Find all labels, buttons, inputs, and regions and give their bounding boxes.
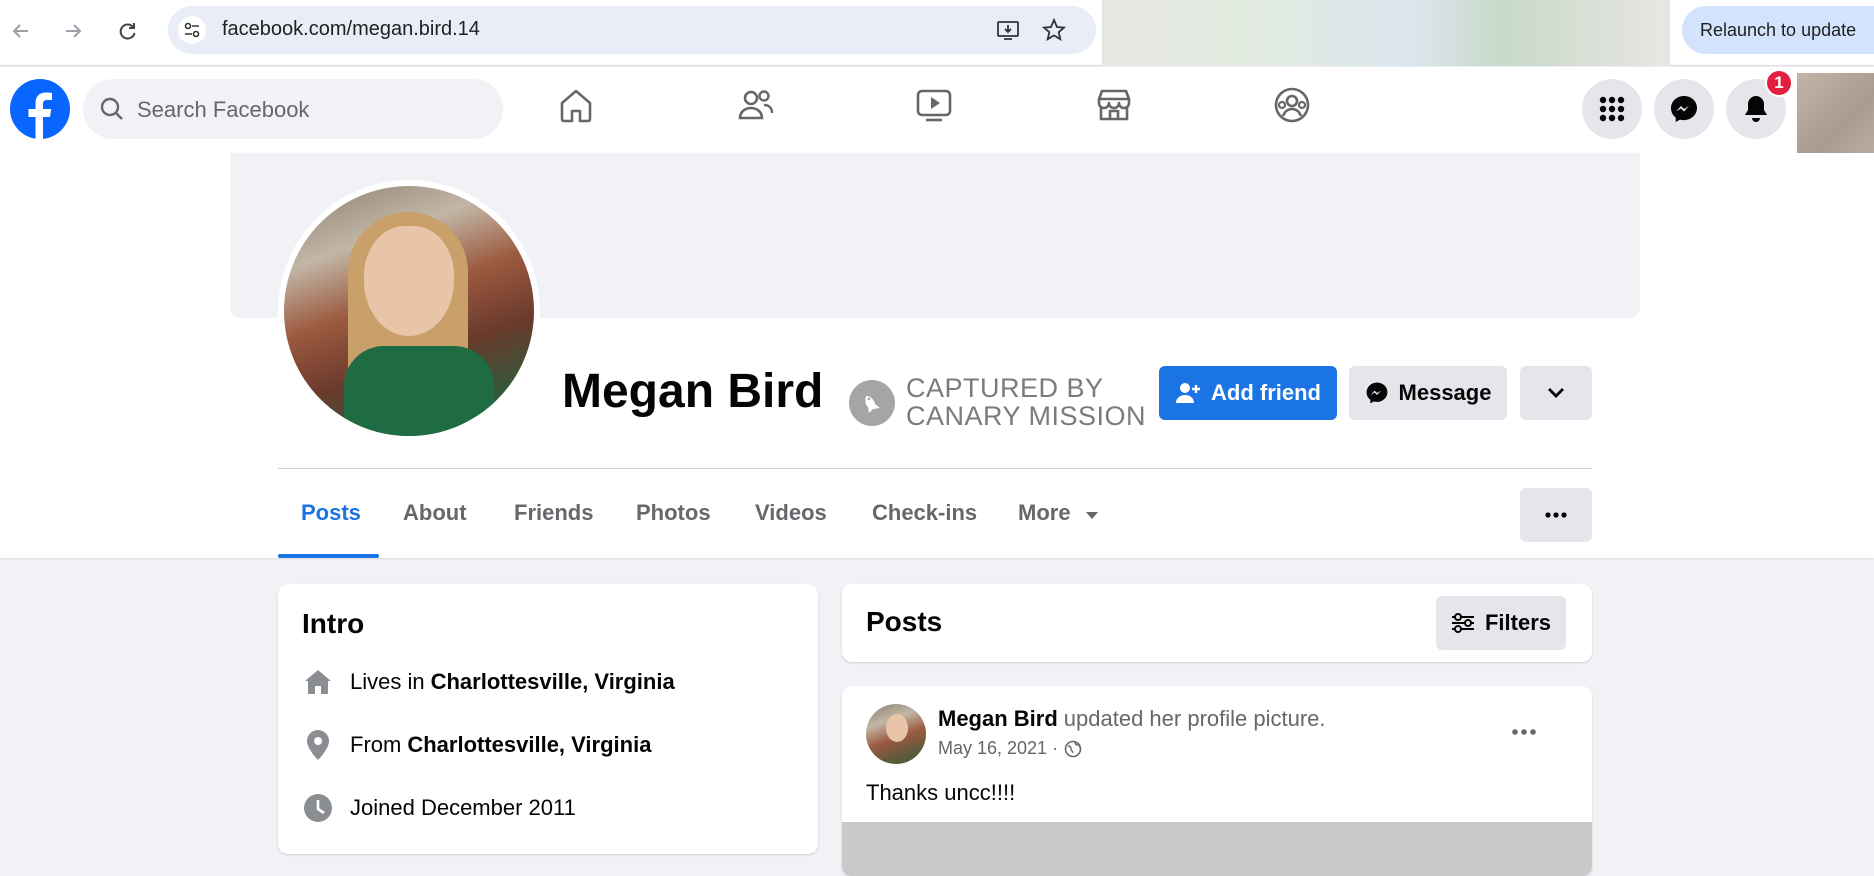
watermark-line-2: CANARY MISSION — [906, 401, 1147, 431]
groups-nav-icon[interactable] — [1272, 85, 1312, 125]
tab-more[interactable]: More — [1018, 500, 1099, 526]
browser-toolbar: facebook.com/megan.bird.14 Relaunch to u… — [0, 0, 1874, 66]
profile-dropdown-button[interactable] — [1520, 366, 1592, 420]
active-tab-indicator — [278, 554, 379, 558]
profile-picture[interactable] — [284, 186, 534, 436]
tab-videos[interactable]: Videos — [755, 500, 827, 526]
chevron-down-icon — [1548, 388, 1564, 398]
facebook-header: Search Facebook 1 — [0, 67, 1874, 153]
back-icon[interactable] — [4, 14, 38, 48]
home-icon — [302, 666, 334, 698]
intro-from-prefix: From — [350, 732, 402, 757]
watermark-text: CAPTURED BY CANARY MISSION — [906, 374, 1146, 430]
address-bar[interactable]: facebook.com/megan.bird.14 — [168, 6, 1096, 54]
ellipsis-icon — [1545, 512, 1567, 518]
account-avatar[interactable] — [1797, 73, 1874, 153]
menu-grid-button[interactable] — [1582, 79, 1642, 139]
intro-title: Intro — [302, 608, 365, 639]
avatar-dress — [344, 346, 494, 436]
post-author-name[interactable]: Megan Bird — [938, 706, 1058, 731]
url-text[interactable]: facebook.com/megan.bird.14 — [222, 18, 480, 41]
search-placeholder: Search Facebook — [137, 97, 310, 122]
add-friend-label: Add friend — [1211, 380, 1321, 405]
intro-from-value[interactable]: Charlottesville, Virginia — [407, 732, 651, 758]
post-action: updated her profile picture. — [1063, 706, 1326, 731]
post-header: Megan Bird updated her profile picture. — [938, 706, 1326, 732]
intro-joined-text: Joined December 2011 — [350, 795, 576, 820]
location-pin-icon — [302, 729, 334, 761]
install-app-icon[interactable] — [996, 18, 1020, 42]
ellipsis-icon — [1512, 729, 1536, 735]
intro-lives-in-value[interactable]: Charlottesville, Virginia — [431, 669, 675, 695]
forward-icon[interactable] — [56, 14, 90, 48]
video-nav-icon[interactable] — [914, 85, 954, 125]
post-author-avatar[interactable] — [866, 704, 926, 764]
watermark-line-1: CAPTURED BY — [906, 373, 1104, 403]
caret-down-icon — [1085, 512, 1098, 519]
post-avatar-face — [886, 714, 908, 742]
header-divider — [278, 468, 1592, 469]
intro-row-lives-in: Lives in Charlottesville, Virginia — [302, 666, 675, 698]
tab-friends[interactable]: Friends — [514, 500, 593, 526]
search-icon — [99, 96, 125, 122]
messenger-button[interactable] — [1654, 79, 1714, 139]
home-nav-icon[interactable] — [556, 85, 596, 125]
messenger-icon — [1365, 381, 1389, 405]
notification-badge: 1 — [1765, 69, 1793, 97]
clock-icon — [302, 792, 334, 824]
tab-photos[interactable]: Photos — [636, 500, 711, 526]
messenger-icon — [1671, 96, 1697, 122]
post-card: Megan Bird updated her profile picture. M… — [842, 686, 1592, 876]
intro-row-from: From Charlottesville, Virginia — [302, 729, 651, 761]
post-text: Thanks uncc!!!! — [866, 780, 1016, 805]
posts-title: Posts — [866, 606, 943, 637]
tab-about[interactable]: About — [403, 500, 467, 526]
filters-icon — [1451, 613, 1475, 633]
post-options-button[interactable] — [1502, 710, 1546, 754]
add-person-icon — [1175, 381, 1201, 405]
tabs-more-options-button[interactable] — [1520, 488, 1592, 542]
blurred-region — [1102, 0, 1670, 66]
profile-name: Megan Bird — [562, 365, 824, 418]
tab-check-ins[interactable]: Check-ins — [872, 500, 977, 526]
relaunch-button[interactable]: Relaunch to update — [1682, 6, 1874, 54]
site-settings-icon[interactable] — [178, 16, 206, 44]
marketplace-nav-icon[interactable] — [1094, 85, 1134, 125]
filters-button[interactable]: Filters — [1436, 596, 1566, 650]
intro-row-joined: Joined December 2011 — [302, 792, 576, 824]
intro-card: Intro Lives in Charlottesville, Virginia… — [278, 584, 818, 854]
bell-icon — [1745, 96, 1767, 122]
intro-lives-in-prefix: Lives in — [350, 669, 425, 694]
canary-bird-icon — [849, 380, 895, 426]
tab-posts[interactable]: Posts — [301, 500, 361, 526]
globe-icon — [1064, 740, 1082, 757]
friends-nav-icon[interactable] — [736, 85, 776, 125]
post-image[interactable] — [842, 822, 1592, 876]
avatar-face — [364, 226, 454, 336]
message-button[interactable]: Message — [1349, 366, 1507, 420]
posts-header-card: Posts Filters — [842, 584, 1592, 662]
relaunch-label: Relaunch to update — [1700, 20, 1857, 40]
grid-icon — [1599, 96, 1625, 122]
search-input[interactable]: Search Facebook — [83, 79, 503, 139]
facebook-logo-icon[interactable] — [10, 79, 70, 139]
filters-label: Filters — [1484, 610, 1552, 635]
message-label: Message — [1398, 380, 1492, 405]
tab-more-label: More — [1018, 500, 1071, 525]
reload-icon[interactable] — [110, 14, 144, 48]
add-friend-button[interactable]: Add friend — [1159, 366, 1337, 420]
post-meta: May 16, 2021 · — [938, 738, 1082, 759]
post-date[interactable]: May 16, 2021 · — [938, 738, 1058, 759]
bookmark-star-icon[interactable] — [1041, 17, 1067, 42]
